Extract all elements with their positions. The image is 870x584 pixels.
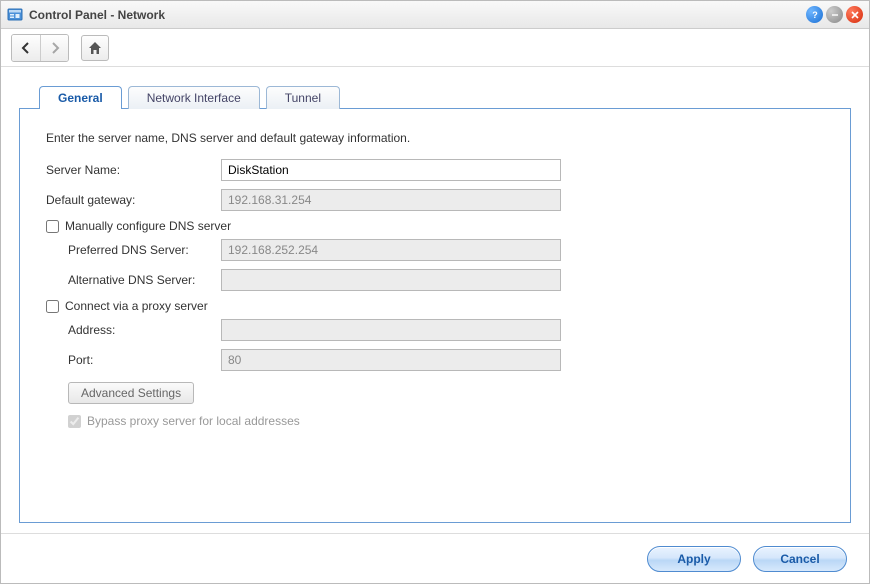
- window-controls: ?: [806, 6, 863, 23]
- manual-dns-label: Manually configure DNS server: [65, 219, 231, 233]
- preferred-dns-label: Preferred DNS Server:: [46, 243, 221, 257]
- back-button[interactable]: [12, 35, 40, 61]
- apply-button[interactable]: Apply: [647, 546, 741, 572]
- tab-panel-general: Enter the server name, DNS server and de…: [19, 108, 851, 523]
- minimize-button[interactable]: [826, 6, 843, 23]
- cancel-button[interactable]: Cancel: [753, 546, 847, 572]
- svg-text:?: ?: [812, 10, 818, 20]
- proxy-label: Connect via a proxy server: [65, 299, 208, 313]
- form-description: Enter the server name, DNS server and de…: [46, 131, 824, 145]
- proxy-port-label: Port:: [46, 353, 221, 367]
- home-button[interactable]: [81, 35, 109, 61]
- tab-general[interactable]: General: [39, 86, 122, 109]
- bypass-proxy-label: Bypass proxy server for local addresses: [87, 414, 300, 428]
- titlebar: Control Panel - Network ?: [1, 1, 869, 29]
- alternative-dns-input: [221, 269, 561, 291]
- default-gateway-label: Default gateway:: [46, 193, 221, 207]
- proxy-checkbox[interactable]: [46, 300, 59, 313]
- bypass-proxy-checkbox: [68, 415, 81, 428]
- content-area: General Network Interface Tunnel Enter t…: [1, 67, 869, 533]
- window-title: Control Panel - Network: [29, 8, 806, 22]
- alternative-dns-label: Alternative DNS Server:: [46, 273, 221, 287]
- forward-button[interactable]: [40, 35, 68, 61]
- default-gateway-input: [221, 189, 561, 211]
- proxy-port-input: [221, 349, 561, 371]
- nav-buttons: [11, 34, 69, 62]
- proxy-address-label: Address:: [46, 323, 221, 337]
- server-name-input[interactable]: [221, 159, 561, 181]
- close-button[interactable]: [846, 6, 863, 23]
- help-button[interactable]: ?: [806, 6, 823, 23]
- window: Control Panel - Network ?: [0, 0, 870, 584]
- manual-dns-checkbox[interactable]: [46, 220, 59, 233]
- preferred-dns-input: [221, 239, 561, 261]
- footer: Apply Cancel: [1, 533, 869, 583]
- proxy-address-input: [221, 319, 561, 341]
- toolbar: [1, 29, 869, 67]
- tab-strip: General Network Interface Tunnel: [19, 85, 851, 108]
- control-panel-icon: [7, 7, 23, 23]
- tab-network-interface[interactable]: Network Interface: [128, 86, 260, 109]
- server-name-label: Server Name:: [46, 163, 221, 177]
- tab-tunnel[interactable]: Tunnel: [266, 86, 340, 109]
- advanced-settings-button: Advanced Settings: [68, 382, 194, 404]
